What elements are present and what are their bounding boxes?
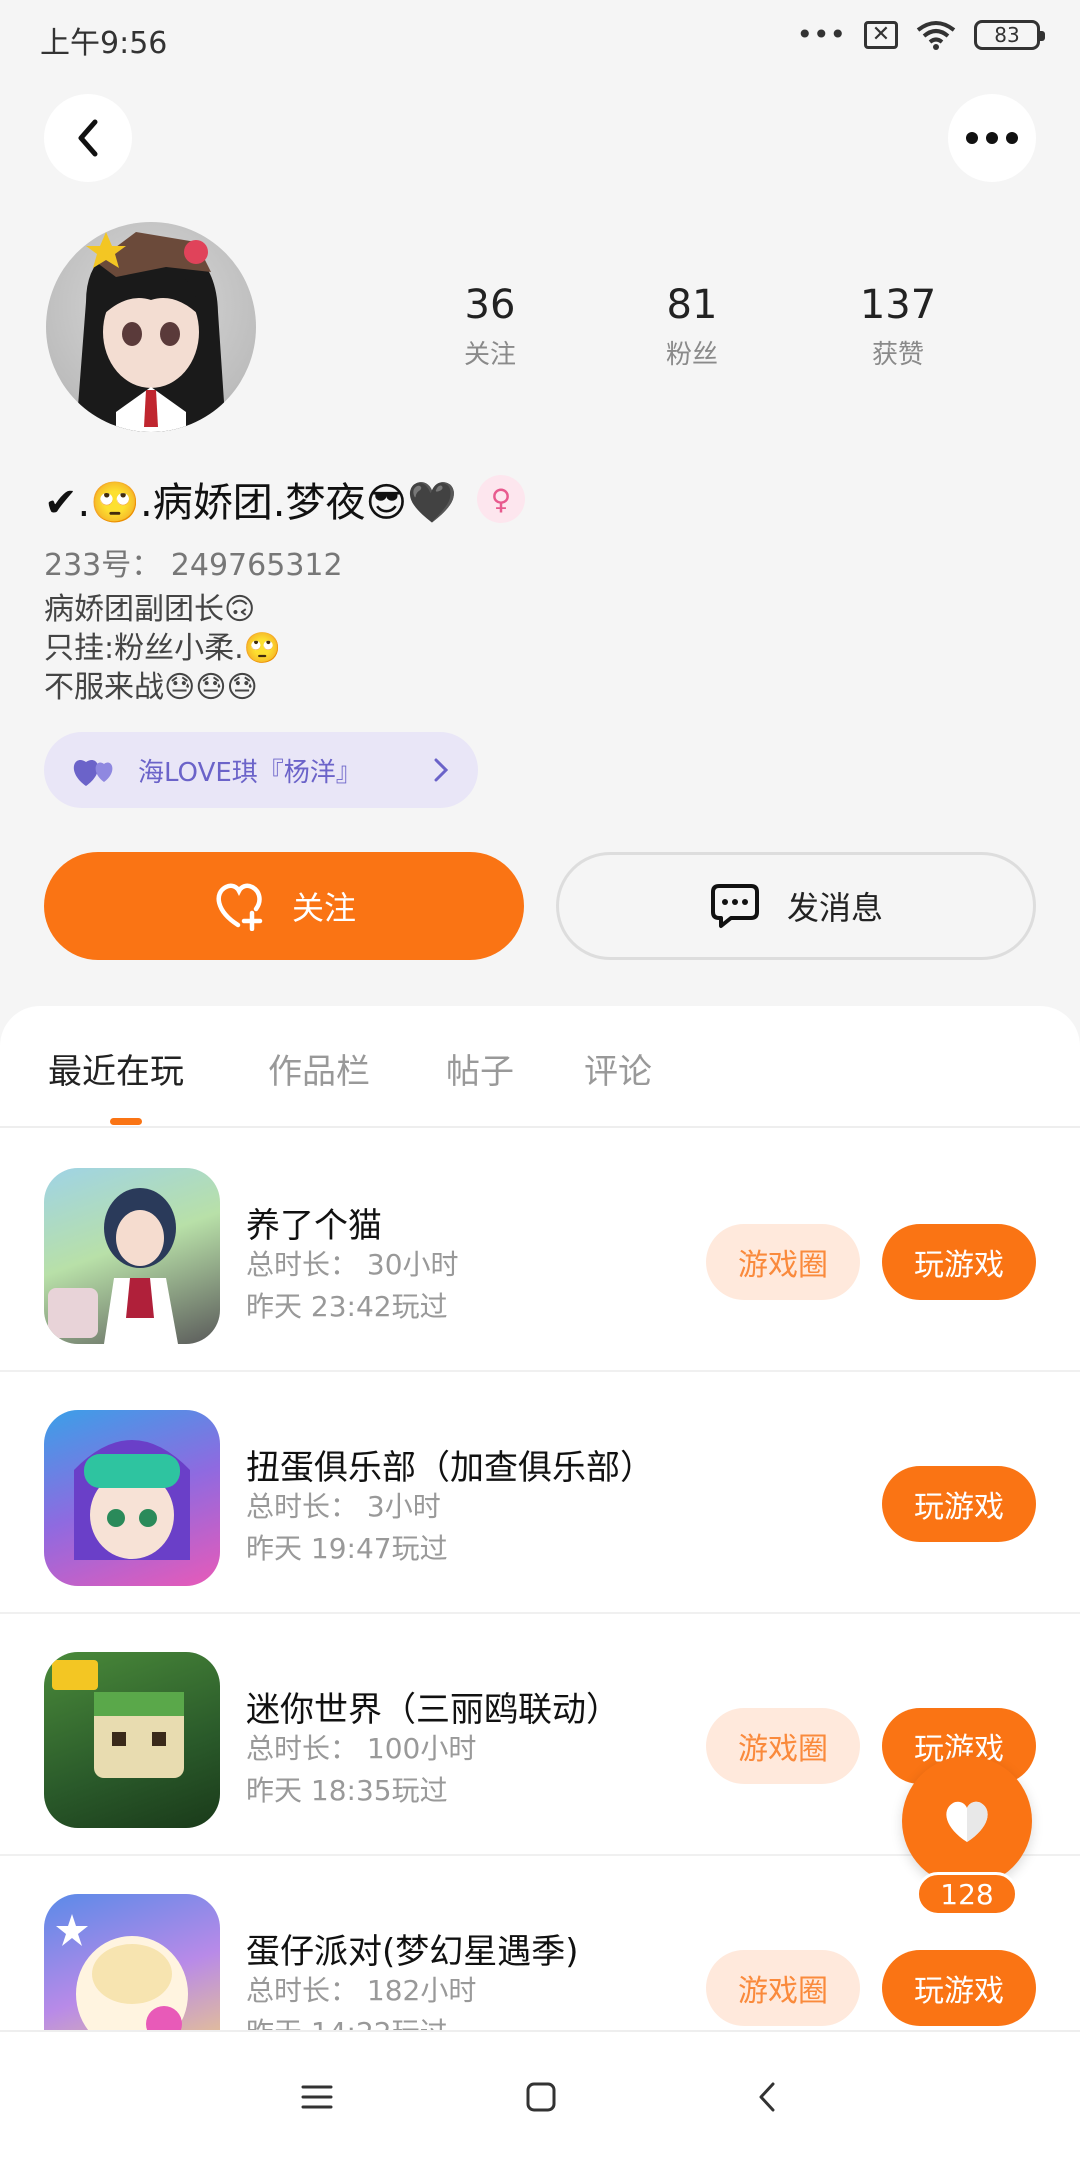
wifi-icon: [916, 20, 956, 50]
floating-like-button[interactable]: [902, 1756, 1032, 1886]
play-game-button[interactable]: 玩游戏: [882, 1466, 1036, 1542]
female-gender-icon: ♀: [476, 475, 525, 523]
following-count: 36: [464, 282, 516, 328]
likes-label: 获赞: [871, 340, 924, 370]
sim-off-icon: ✕: [864, 20, 898, 49]
fans-stat[interactable]: 81 粉丝: [612, 282, 772, 371]
game-meta: 总时长： 30小时 昨天 23:42玩过: [246, 1244, 459, 1328]
message-label: 发消息: [786, 889, 883, 927]
status-icons: ••• ✕ 83: [796, 18, 1045, 51]
heart-plus-icon: [216, 883, 263, 931]
fan-tag-label: 海LOVE琪『杨洋』: [138, 757, 362, 788]
game-duration: 总时长： 30小时: [246, 1248, 459, 1281]
nickname-row: ✔.🙄.病娇团.梦夜😎🖤 ♀: [44, 470, 525, 528]
game-duration: 总时长： 182小时: [246, 1974, 477, 2007]
game-meta: 总时长： 182小时 昨天 14:22玩过: [246, 1970, 476, 2032]
nickname: ✔.🙄.病娇团.梦夜😎🖤: [44, 480, 457, 526]
tab-posts[interactable]: 帖子: [446, 1044, 514, 1093]
game-art: [74, 1440, 190, 1560]
play-game-button[interactable]: 玩游戏: [882, 1224, 1036, 1300]
square-icon: [526, 2082, 556, 2112]
game-icon: [44, 1894, 220, 2032]
follow-button[interactable]: 关注: [44, 852, 524, 960]
game-art: [48, 1188, 178, 1344]
game-icon: [44, 1652, 220, 1828]
tab-works[interactable]: 作品栏: [268, 1044, 370, 1093]
bio-line: 不服来战😓😓😓: [44, 670, 258, 705]
double-heart-icon: [73, 760, 113, 786]
likes-stat[interactable]: 137 获赞: [818, 282, 978, 371]
more-options-button[interactable]: [948, 94, 1036, 182]
floating-like-count: 128: [916, 1872, 1018, 1916]
game-title: 迷你世界（三丽鸥联动）: [246, 1690, 620, 1730]
likes-count: 137: [859, 282, 937, 328]
menu-icon: [301, 2085, 333, 2109]
bio-line: 只挂:粉丝小柔.🙄: [44, 631, 281, 666]
tab-indicator: [110, 1118, 142, 1125]
status-time: 上午9:56: [40, 26, 168, 61]
system-back-button[interactable]: [742, 2072, 792, 2122]
game-icon: [44, 1168, 220, 1344]
fan-club-tag[interactable]: 海LOVE琪『杨洋』: [44, 732, 478, 808]
bio: 病娇团副团长🙃 只挂:粉丝小柔.🙄 不服来战😓😓😓: [44, 590, 281, 707]
back-arrow-icon: [759, 2082, 775, 2112]
game-art: [52, 1660, 184, 1778]
fans-count: 81: [666, 282, 718, 328]
more-dots-icon: •••: [796, 18, 846, 51]
more-horizontal-icon: [966, 132, 1018, 144]
following-label: 关注: [463, 340, 516, 370]
game-last-played: 昨天 14:22玩过: [246, 2012, 476, 2032]
game-last-played: 昨天 19:47玩过: [246, 1532, 448, 1565]
tab-recently-played[interactable]: 最近在玩: [48, 1044, 184, 1093]
follow-label: 关注: [291, 889, 356, 927]
game-row[interactable]: 蛋仔派对(梦幻星遇季) 总时长： 182小时 昨天 14:22玩过 游戏圈 玩游…: [0, 1854, 1080, 2032]
game-meta: 总时长： 100小时 昨天 18:35玩过: [246, 1728, 476, 1812]
home-button[interactable]: [516, 2072, 566, 2122]
game-title: 养了个猫: [246, 1206, 382, 1246]
user-id[interactable]: 233号： 249765312: [44, 540, 343, 584]
recent-apps-button[interactable]: [292, 2072, 342, 2122]
game-duration: 总时长： 100小时: [246, 1732, 477, 1765]
heart-icon: [946, 1801, 988, 1842]
game-last-played: 昨天 18:35玩过: [246, 1774, 448, 1807]
game-art: [56, 1914, 188, 2032]
avatar-illustration: [76, 232, 226, 432]
following-stat[interactable]: 36 关注: [410, 282, 570, 371]
game-duration: 总时长： 3小时: [246, 1490, 441, 1523]
avatar[interactable]: [46, 222, 256, 432]
game-title: 扭蛋俱乐部（加查俱乐部）: [246, 1448, 654, 1488]
fans-label: 粉丝: [665, 340, 718, 370]
chat-bubble-icon: [710, 884, 759, 928]
game-circle-button[interactable]: 游戏圈: [706, 1950, 860, 2026]
game-last-played: 昨天 23:42玩过: [246, 1290, 448, 1323]
bio-line: 病娇团副团长🙃: [44, 592, 256, 627]
content-panel: 最近在玩 作品栏 帖子 评论 养了个猫 总时长： 30小时 昨天 23:42玩过…: [0, 1006, 1080, 2032]
game-row[interactable]: 扭蛋俱乐部（加查俱乐部） 总时长： 3小时 昨天 19:47玩过 玩游戏: [0, 1370, 1080, 1614]
chevron-left-icon: [78, 119, 98, 157]
tab-bar: 最近在玩 作品栏 帖子 评论: [0, 1006, 1080, 1128]
gender-symbol: ♀: [490, 482, 512, 516]
tab-comments[interactable]: 评论: [584, 1044, 652, 1093]
game-circle-button[interactable]: 游戏圈: [706, 1224, 860, 1300]
system-nav-bar: [0, 2030, 1080, 2162]
game-icon: [44, 1410, 220, 1586]
game-circle-button[interactable]: 游戏圈: [706, 1708, 860, 1784]
message-button[interactable]: 发消息: [556, 852, 1036, 960]
game-title: 蛋仔派对(梦幻星遇季): [246, 1932, 579, 1972]
play-game-button[interactable]: 玩游戏: [882, 1950, 1036, 2026]
chevron-right-icon: [434, 758, 449, 782]
game-meta: 总时长： 3小时 昨天 19:47玩过: [246, 1486, 448, 1570]
game-row[interactable]: 养了个猫 总时长： 30小时 昨天 23:42玩过 游戏圈 玩游戏: [0, 1128, 1080, 1372]
back-button[interactable]: [44, 94, 132, 182]
battery-icon: 83: [974, 19, 1045, 50]
